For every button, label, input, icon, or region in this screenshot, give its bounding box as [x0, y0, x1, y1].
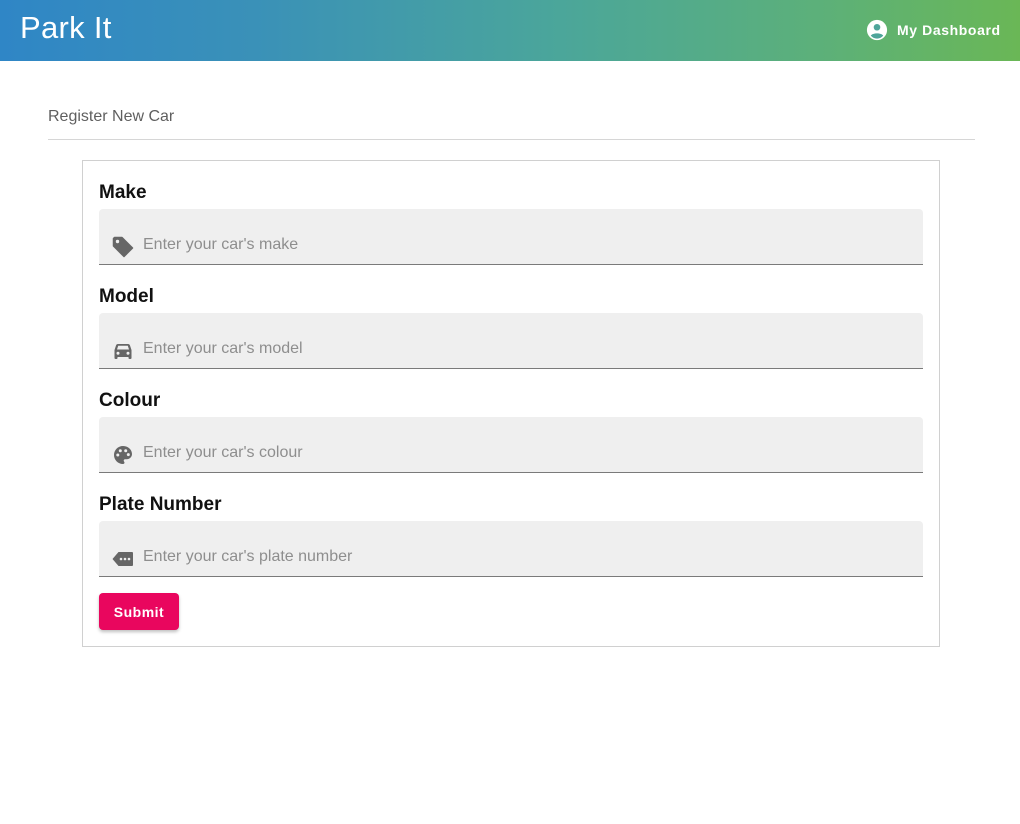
section-title: Register New Car [48, 108, 175, 125]
my-dashboard-button[interactable]: My Dashboard [858, 14, 1009, 46]
car-icon [111, 339, 135, 363]
model-input[interactable] [143, 337, 903, 361]
my-dashboard-label: My Dashboard [897, 22, 1001, 38]
register-car-form: Make Model Colour [82, 160, 940, 647]
tag-icon [111, 235, 135, 259]
palette-icon [111, 443, 135, 467]
plate-number-label: Plate Number [99, 494, 222, 515]
model-label: Model [99, 286, 154, 307]
account-circle-icon [866, 19, 888, 41]
divider [48, 139, 975, 140]
app-title[interactable]: Park It [20, 10, 112, 46]
submit-button[interactable]: Submit [99, 593, 179, 630]
make-input[interactable] [143, 233, 903, 257]
plate-icon [111, 547, 135, 571]
colour-label: Colour [99, 390, 161, 411]
colour-input[interactable] [143, 441, 903, 465]
make-label: Make [99, 182, 147, 203]
app-bar: Park It My Dashboard [0, 0, 1020, 61]
plate-number-input[interactable] [143, 545, 903, 569]
plate-number-field[interactable] [99, 521, 923, 577]
model-field[interactable] [99, 313, 923, 369]
make-field[interactable] [99, 209, 923, 265]
colour-field[interactable] [99, 417, 923, 473]
